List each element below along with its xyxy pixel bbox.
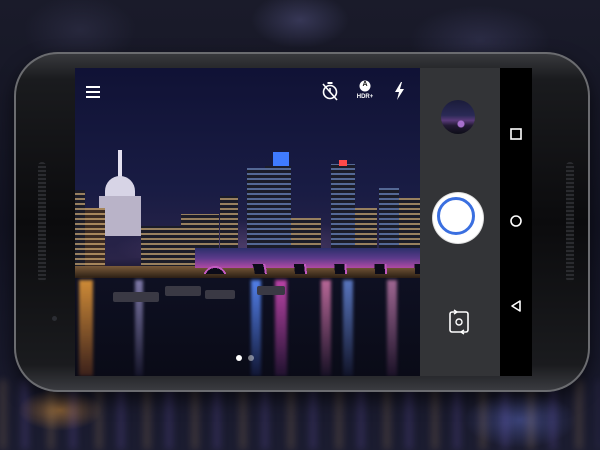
hamburger-menu-icon[interactable]	[86, 86, 100, 98]
light-reflection	[321, 280, 331, 376]
front-camera-lens	[52, 316, 57, 321]
android-navigation-bar	[500, 68, 532, 376]
flash-auto-icon[interactable]	[390, 80, 410, 104]
light-reflection	[343, 280, 353, 376]
camera-control-panel	[420, 68, 500, 376]
boat	[205, 290, 235, 299]
cathedral-body	[99, 196, 141, 236]
boat	[165, 286, 201, 296]
shutter-button[interactable]	[433, 193, 483, 243]
boat	[257, 286, 285, 295]
bridge-arches	[195, 264, 420, 274]
shutter-ring	[437, 197, 475, 235]
hdr-badge: A	[362, 81, 368, 88]
switch-camera-icon[interactable]	[448, 308, 470, 336]
last-photo-thumbnail[interactable]	[441, 100, 475, 134]
tower-red-light	[339, 160, 347, 166]
mode-pager-dots	[236, 355, 254, 361]
pager-dot-active[interactable]	[236, 355, 242, 361]
back-icon[interactable]	[508, 298, 524, 314]
tower-blue-light	[273, 152, 289, 166]
front-speaker-right	[566, 162, 574, 282]
boat	[113, 292, 159, 302]
home-icon[interactable]	[508, 213, 524, 229]
hdr-auto-icon[interactable]: A HDR+	[355, 80, 375, 104]
cathedral-dome	[105, 176, 135, 198]
hdr-label: HDR+	[356, 94, 374, 100]
camera-viewfinder[interactable]: A HDR+	[75, 68, 420, 376]
light-reflection	[387, 280, 397, 376]
recents-icon[interactable]	[508, 126, 524, 142]
light-reflection	[79, 280, 93, 376]
pager-dot[interactable]	[248, 355, 254, 361]
skyline-building	[141, 226, 181, 270]
skyline-building	[75, 190, 85, 270]
cathedral-spire	[118, 150, 122, 178]
phone-screen: A HDR+	[75, 68, 532, 376]
timer-off-icon[interactable]	[320, 80, 340, 104]
skyline-building	[85, 208, 105, 270]
front-speaker-left	[38, 162, 46, 282]
